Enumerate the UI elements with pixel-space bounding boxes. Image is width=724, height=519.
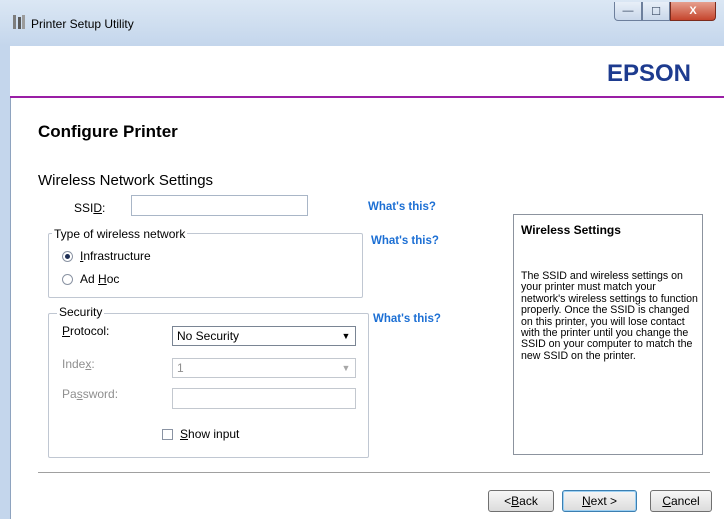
cancel-button[interactable]: Cancel [650, 490, 712, 512]
network-type-group [48, 233, 363, 298]
section-title: Wireless Network Settings [38, 172, 214, 189]
security-help-link[interactable]: What's this? [373, 313, 441, 325]
back-button[interactable]: < Back [488, 490, 554, 512]
radio-ad-hoc[interactable]: Ad Hoc [62, 272, 119, 286]
password-label: Password: [62, 387, 119, 401]
next-button[interactable]: Next > [562, 490, 637, 512]
ssid-input[interactable] [131, 195, 308, 216]
ssid-help-link[interactable]: What's this? [368, 201, 436, 213]
radio-ad-hoc-label: Ad Hoc [80, 272, 120, 286]
header-accent-line [10, 96, 724, 98]
window-title: Printer Setup Utility [31, 17, 134, 31]
maximize-button[interactable]: ☐ [642, 2, 670, 21]
index-label: Index: [62, 357, 95, 371]
window-controls: — ☐ X [614, 2, 716, 22]
protocol-label: Protocol: [62, 324, 110, 338]
minimize-icon: — [622, 5, 634, 17]
printer-utility-icon [13, 15, 25, 29]
page-title: Configure Printer [38, 122, 178, 141]
close-icon: X [689, 5, 697, 17]
minimize-button[interactable]: — [614, 2, 642, 21]
network-type-help-link[interactable]: What's this? [371, 235, 439, 247]
radio-button[interactable] [62, 273, 73, 285]
footer-separator [38, 472, 710, 474]
info-panel-title: Wireless Settings [521, 223, 621, 237]
ssid-label: SSID: [74, 201, 106, 215]
dropdown-arrow-icon[interactable]: ▼ [338, 328, 354, 344]
info-panel-text: The SSID and wireless settings on your p… [521, 270, 698, 362]
radio-button-selected[interactable] [62, 250, 73, 262]
radio-infrastructure-label: Infrastructure [80, 249, 151, 263]
security-legend: Security [57, 305, 105, 319]
network-type-legend: Type of wireless network [52, 227, 188, 241]
radio-infrastructure[interactable]: Infrastructure [62, 249, 151, 263]
password-input[interactable] [172, 388, 356, 409]
printer-setup-window: Printer Setup Utility — ☐ X EPSON Config… [0, 0, 724, 519]
window-frame-left [0, 46, 11, 519]
dropdown-arrow-icon[interactable]: ▼ [338, 360, 354, 376]
close-button[interactable]: X [670, 2, 716, 21]
maximize-icon: ☐ [651, 5, 661, 18]
title-bar[interactable]: Printer Setup Utility — ☐ X [0, 0, 724, 47]
info-panel: Wireless Settings The SSID and wireless … [513, 214, 703, 455]
index-value: 1 [177, 361, 184, 375]
show-input-checkbox[interactable]: Show input [162, 427, 239, 441]
protocol-dropdown[interactable]: No Security ▼ [172, 326, 356, 346]
show-input-label: Show input [180, 427, 240, 441]
protocol-value: No Security [177, 329, 240, 343]
header-banner: EPSON [10, 46, 724, 96]
epson-logo: EPSON [606, 60, 691, 87]
checkbox-box[interactable] [162, 428, 173, 440]
index-dropdown[interactable]: 1 ▼ [172, 358, 356, 378]
